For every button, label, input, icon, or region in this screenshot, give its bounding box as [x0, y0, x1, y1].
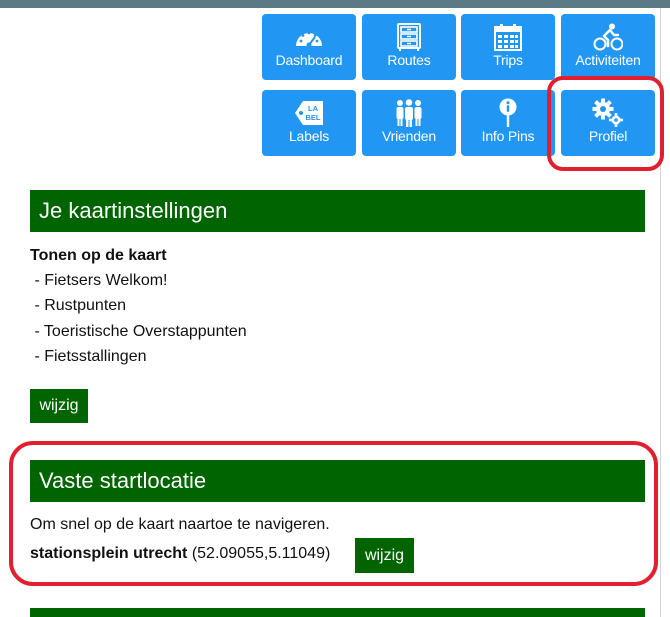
nav-tile-routes[interactable]: Routes: [362, 14, 456, 80]
cyclist-icon: [561, 23, 655, 51]
nav-tile-vrienden[interactable]: Vrienden: [362, 90, 456, 156]
section-header-next: [30, 608, 645, 617]
nav-tile-activiteiten[interactable]: Activiteiten: [561, 14, 655, 80]
friends-icon: [362, 99, 456, 127]
label-badge-bottom: BEL: [306, 113, 321, 122]
nav-tile-label: Trips: [493, 52, 523, 68]
page-edge-divider: [660, 8, 661, 617]
map-settings-item: - Fietsers Welkom!: [30, 272, 168, 289]
nav-tile-label: Vrienden: [382, 128, 436, 144]
page: Dashboard Routes Trips Activiteiten LA B…: [0, 0, 670, 617]
nav-tile-dashboard[interactable]: Dashboard: [262, 14, 356, 80]
nav-tile-label: Activiteiten: [575, 52, 641, 68]
nav-tile-label: Info Pins: [481, 128, 535, 144]
nav-tile-info-pins[interactable]: Info Pins: [461, 90, 555, 156]
nav-tile-label: Dashboard: [275, 52, 343, 68]
section-header-start-location: Vaste startlocatie: [30, 460, 645, 502]
gears-icon: [561, 98, 655, 127]
label-badge-top: LA: [308, 104, 319, 113]
map-settings-item: - Toeristische Overstappunten: [30, 323, 247, 340]
map-settings-item: - Rustpunten: [30, 297, 127, 314]
start-location-description: Om snel op de kaart naartoe te navigeren…: [30, 516, 330, 533]
map-settings-item: - Fietsstallingen: [30, 348, 147, 365]
dashboard-gauge-icon: [262, 23, 356, 51]
map-settings-subtitle: Tonen op de kaart: [30, 247, 167, 264]
info-pin-icon: [461, 98, 555, 127]
calendar-icon: [461, 23, 555, 51]
label-tag-icon: LA BEL: [262, 99, 356, 127]
nav-tile-label: Profiel: [588, 128, 628, 144]
nav-tile-profiel[interactable]: Profiel: [561, 90, 655, 156]
routes-cabinet-icon: [362, 23, 456, 51]
top-bar: [0, 0, 670, 8]
section-header-map-settings: Je kaartinstellingen: [30, 190, 645, 232]
edit-start-location-button[interactable]: wijzig: [355, 538, 414, 573]
nav-tile-label: Labels: [288, 128, 330, 144]
start-location-line: stationsplein utrecht (52.09055,5.11049): [30, 545, 330, 563]
start-location-name: stationsplein utrecht: [30, 545, 188, 562]
nav-tile-label: Routes: [387, 52, 431, 68]
edit-map-settings-button[interactable]: wijzig: [30, 389, 88, 423]
start-location-coordinates: (52.09055,5.11049): [191, 545, 331, 562]
nav-tile-trips[interactable]: Trips: [461, 14, 555, 80]
nav-tile-labels[interactable]: LA BEL Labels: [262, 90, 356, 156]
